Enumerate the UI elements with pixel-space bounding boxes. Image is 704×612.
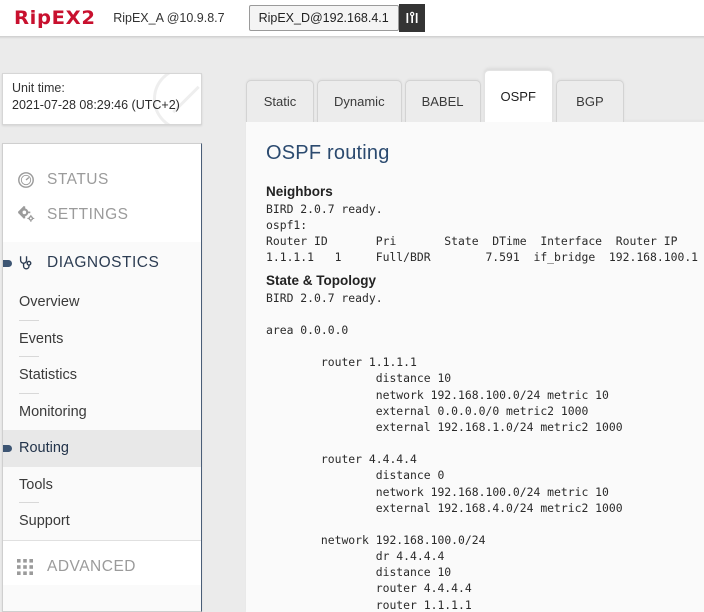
grid-icon [17, 559, 47, 575]
section-heading-state-topology: State & Topology [266, 272, 376, 288]
sidebar-group-label: ADVANCED [47, 558, 136, 575]
unit-d-tab[interactable]: RipEX_D@192.168.4.1 [248, 5, 399, 31]
sidebar-item-events[interactable]: Events [3, 321, 201, 357]
sidebar-item-support[interactable]: Support [3, 503, 201, 540]
sidebar-item-label: Routing [19, 440, 69, 457]
sidebar-item-label: Monitoring [19, 403, 87, 420]
sidebar-top-groups: STATUS SETTINGS [3, 144, 201, 242]
header-shadow [0, 36, 704, 39]
tab-dynamic[interactable]: Dynamic [317, 80, 402, 122]
sidebar-group-label: DIAGNOSTICS [47, 254, 160, 271]
active-group-marker [3, 259, 12, 267]
section-heading-neighbors: Neighbors [266, 184, 333, 199]
sidebar-group-diagnostics[interactable]: DIAGNOSTICS [3, 242, 201, 284]
gears-icon [17, 205, 47, 224]
state-topology-output: BIRD 2.0.7 ready. area 0.0.0.0 router 1.… [266, 290, 623, 612]
neighbors-output: BIRD 2.0.7 ready. ospf1: Router ID Pri S… [266, 202, 699, 265]
sidebar-item-label: Support [19, 513, 70, 530]
sidebar-bottom-groups: ADVANCED [3, 539, 201, 585]
gauge-icon [17, 171, 47, 189]
unit-a-label[interactable]: RipEX_A @10.9.8.7 [113, 11, 224, 25]
sidebar-item-label: Statistics [19, 367, 78, 384]
tab-static[interactable]: Static [246, 80, 314, 122]
sidebar-group-status[interactable]: STATUS [3, 162, 201, 197]
page-title: OSPF routing [266, 142, 390, 164]
sidebar-group-label: STATUS [47, 170, 109, 188]
sidebar-group-settings[interactable]: SETTINGS [3, 197, 201, 232]
sidebar-item-statistics[interactable]: Statistics [3, 357, 201, 394]
tab-babel[interactable]: BABEL [404, 80, 481, 122]
tab-bgp[interactable]: BGP [555, 80, 624, 122]
stethoscope-icon [17, 254, 47, 272]
sidebar-item-label: Events [19, 330, 64, 347]
antenna-glyph [406, 11, 418, 23]
ripex2-logo: RipEX2 [14, 7, 96, 29]
antenna-icon[interactable] [398, 4, 425, 32]
tab-ospf[interactable]: OSPF [483, 70, 553, 122]
sidebar-item-list: Overview Events Statistics Monitoring Ro… [3, 284, 201, 540]
routing-protocol-tabs: Static Dynamic BABEL OSPF BGP [246, 70, 627, 122]
sidebar: STATUS SETTINGS DIAGNOSTICS Overview Eve… [2, 143, 202, 612]
app-root: RipEX2 RipEX_A @10.9.8.7 RipEX_D@192.168… [0, 0, 704, 612]
sidebar-item-tools[interactable]: Tools [3, 467, 201, 503]
sidebar-item-routing[interactable]: Routing [3, 430, 201, 467]
unit-time-label: Unit time: [12, 81, 65, 95]
unit-time-card: Unit time: 2021-07-28 08:29:46 (UTC+2) [2, 73, 202, 125]
sidebar-group-advanced[interactable]: ADVANCED [3, 550, 201, 585]
sidebar-item-label: Tools [19, 476, 53, 493]
sidebar-item-overview[interactable]: Overview [3, 284, 201, 321]
sidebar-group-label: SETTINGS [47, 205, 129, 223]
ospf-content-panel: OSPF routing Neighbors BIRD 2.0.7 ready.… [246, 121, 704, 612]
sidebar-item-label: Overview [19, 294, 80, 311]
top-header: RipEX2 RipEX_A @10.9.8.7 RipEX_D@192.168… [0, 0, 704, 36]
sidebar-item-monitoring[interactable]: Monitoring [3, 394, 201, 431]
unit-time-value: 2021-07-28 08:29:46 (UTC+2) [12, 98, 180, 112]
active-item-marker [3, 444, 12, 452]
